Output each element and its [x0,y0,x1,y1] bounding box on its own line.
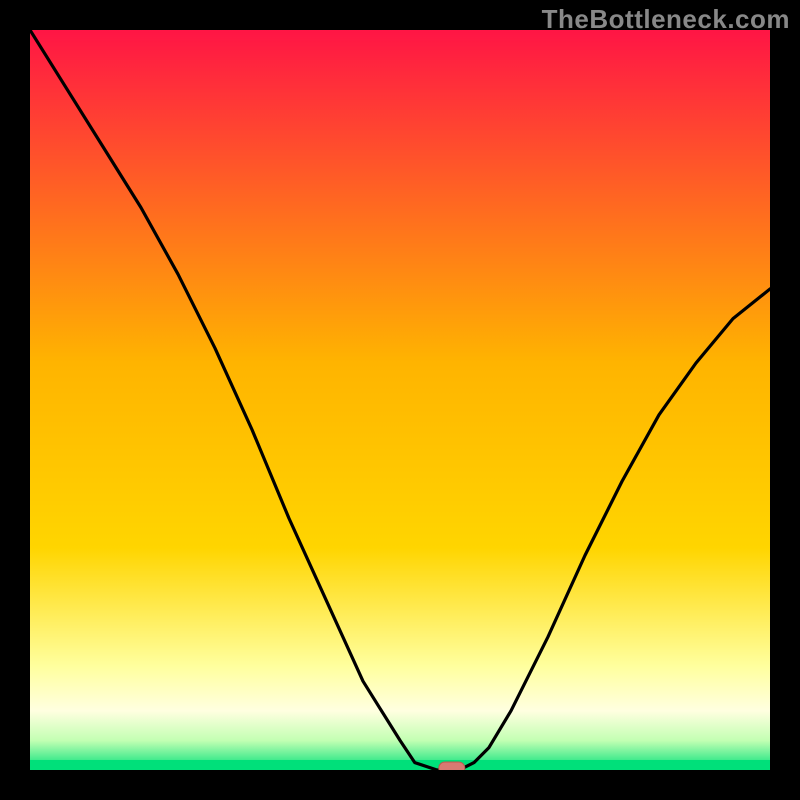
chart-svg [30,30,770,770]
chart-frame: { "watermark": "TheBottleneck.com", "cha… [0,0,800,800]
gradient-bg [30,30,770,770]
watermark: TheBottleneck.com [542,4,790,35]
plot-area [30,30,770,770]
green-baseline [30,760,770,770]
optimal-marker [439,762,465,770]
